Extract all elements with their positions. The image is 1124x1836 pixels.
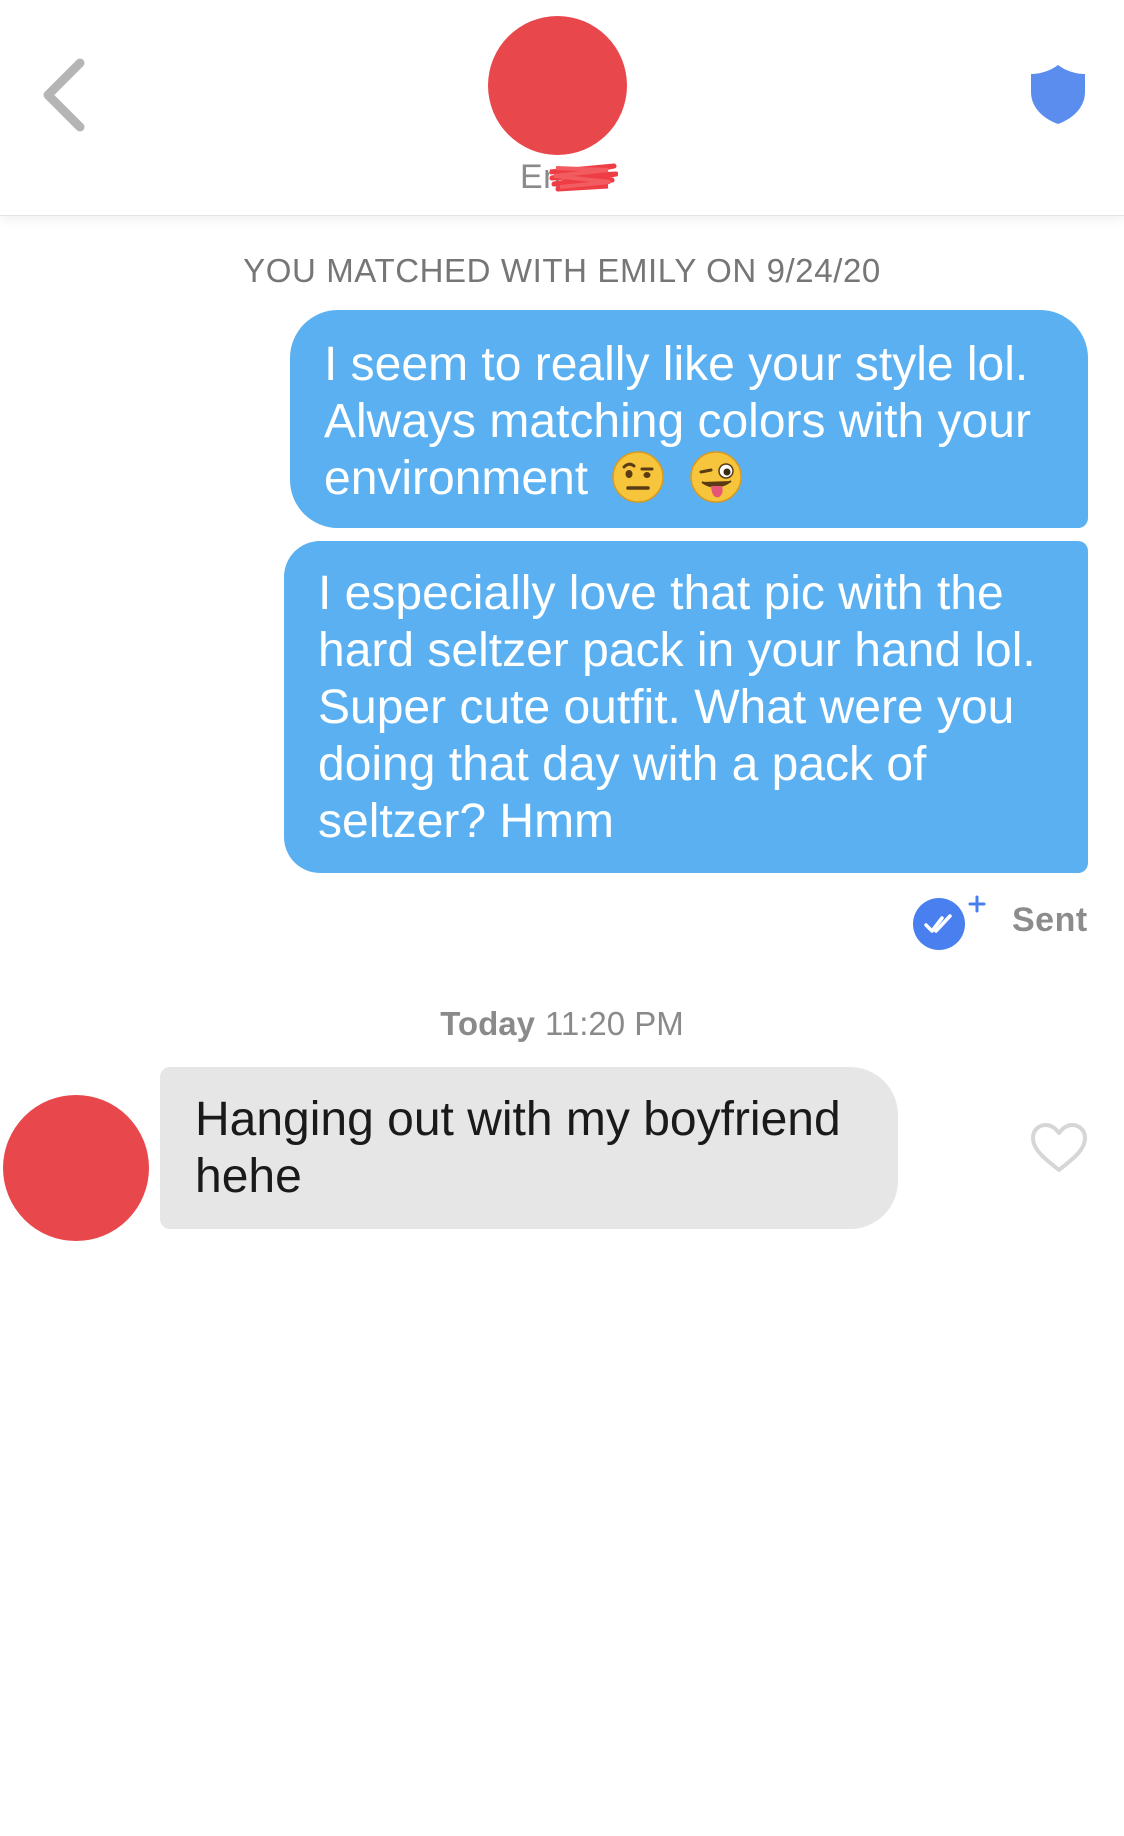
match-avatar[interactable] xyxy=(488,16,627,155)
message-line: Always matching colors with your xyxy=(324,395,1031,448)
message-line: Super cute outfit. What were you xyxy=(318,681,1015,734)
message-line: I seem to really like your style lol. xyxy=(324,338,1029,391)
message-line: doing that day with a pack of xyxy=(318,738,927,791)
face-with-raised-eyebrow-emoji xyxy=(612,451,665,503)
read-receipt-button[interactable] xyxy=(912,893,990,951)
winking-face-with-tongue-emoji xyxy=(690,451,742,503)
double-check-icon xyxy=(913,895,986,950)
message-line: hehe xyxy=(195,1150,302,1203)
shield-icon xyxy=(1031,65,1085,124)
message-line: seltzer? Hmm xyxy=(318,795,615,848)
sent-status: Sent xyxy=(1012,901,1088,939)
message-line: environment xyxy=(324,452,589,505)
message-timestamp: Today 11:20 PM xyxy=(0,1005,1124,1043)
timestamp-day: Today xyxy=(440,1005,535,1042)
sender-avatar[interactable] xyxy=(3,1095,149,1241)
incoming-message[interactable]: Hanging out with my boyfriend hehe xyxy=(160,1067,898,1229)
safety-shield-button[interactable] xyxy=(1028,62,1088,126)
name-redaction-scribble xyxy=(549,163,618,192)
match-date-banner: YOU MATCHED WITH EMILY ON 9/24/20 xyxy=(243,252,881,289)
message-line: I especially love that pic with the xyxy=(318,567,1004,620)
message-line-with-emoji: environment xyxy=(324,450,1058,507)
chevron-left-icon xyxy=(43,58,85,132)
chat-header: Em xyxy=(0,0,1124,216)
back-button[interactable] xyxy=(38,55,98,135)
message-line: hard seltzer pack in your hand lol. xyxy=(318,624,1036,677)
chat-screen: Em YOU MATCHED WITH EMILY ON 9/24/20 I s… xyxy=(0,0,1124,1836)
heart-icon xyxy=(1031,1123,1087,1172)
message-line: Hanging out with my boyfriend xyxy=(195,1093,841,1146)
outgoing-message[interactable]: I especially love that pic with the hard… xyxy=(284,541,1088,873)
timestamp-time: 11:20 PM xyxy=(544,1005,684,1042)
like-message-button[interactable] xyxy=(1030,1122,1088,1174)
outgoing-message[interactable]: I seem to really like your style lol. Al… xyxy=(290,310,1088,528)
